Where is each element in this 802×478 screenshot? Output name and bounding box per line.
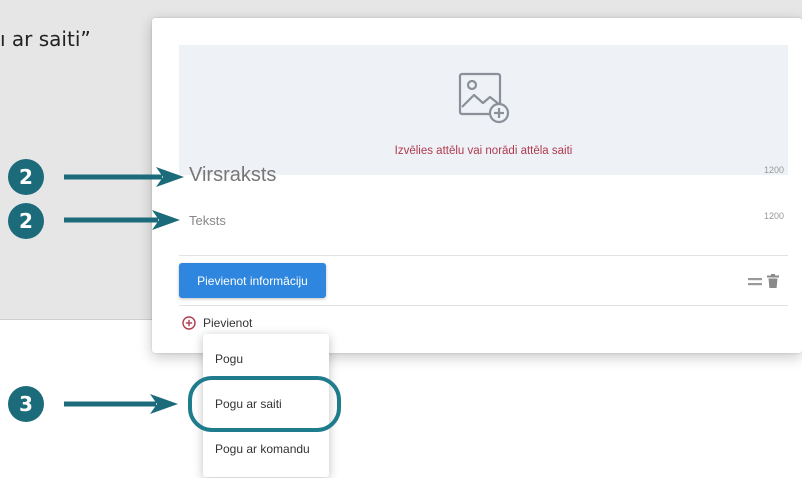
menu-item-button[interactable]: Pogu <box>215 352 243 366</box>
plus-circle-icon <box>182 316 196 330</box>
background-text: ı ar saiti” <box>0 27 91 51</box>
divider <box>179 305 788 306</box>
content-card: Izvēlies attēlu vai norādi attēla saiti … <box>152 18 802 353</box>
arrow-icon <box>64 167 184 187</box>
image-picker[interactable]: Izvēlies attēlu vai norādi attēla saiti <box>179 45 788 175</box>
trash-icon[interactable] <box>767 274 779 288</box>
menu-item-button-with-command[interactable]: Pogu ar komandu <box>215 442 310 456</box>
add-image-icon <box>458 72 510 124</box>
add-button[interactable]: Pievienot <box>182 316 252 330</box>
text-char-counter: 1200 <box>763 211 784 221</box>
drag-handle-icon[interactable] <box>748 278 762 286</box>
arrow-icon <box>64 210 180 230</box>
step-badge: 2 <box>8 159 44 195</box>
highlight-ring <box>188 376 341 432</box>
title-char-counter: 1200 <box>763 165 784 175</box>
add-info-button[interactable]: Pievienot informāciju <box>179 263 326 298</box>
text-field[interactable]: Teksts <box>189 213 226 228</box>
arrow-icon <box>64 394 178 414</box>
divider <box>179 255 788 256</box>
add-label: Pievienot <box>203 316 253 330</box>
image-hint-text[interactable]: Izvēlies attēlu vai norādi attēla saiti <box>179 145 788 157</box>
step-badge: 2 <box>8 203 44 239</box>
step-badge: 3 <box>8 386 44 422</box>
title-field[interactable]: Virsraksts <box>189 164 276 187</box>
